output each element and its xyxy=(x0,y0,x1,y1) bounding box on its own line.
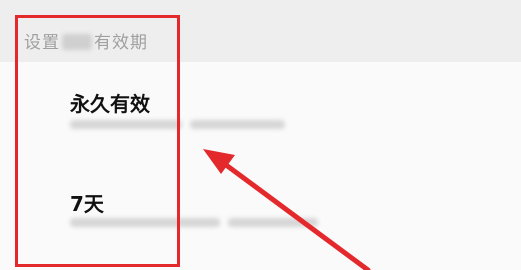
screenshot-stage: 设置 有效期 永久有效 7天 xyxy=(0,0,521,270)
option-7-days-description-blurred-2 xyxy=(228,218,318,227)
option-permanent-description-blurred-2 xyxy=(190,120,285,129)
red-highlight-box xyxy=(15,15,180,267)
